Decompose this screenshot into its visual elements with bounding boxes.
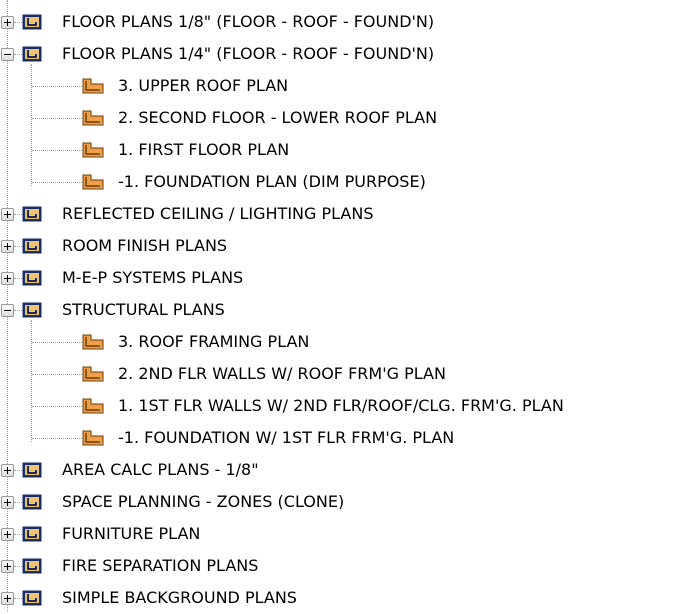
tree-node-label: ROOM FINISH PLANS [62, 236, 228, 255]
collapse-minus-icon[interactable] [1, 48, 14, 61]
tree-view-foundation-plan-dim[interactable]: -1. FOUNDATION PLAN (DIM PURPOSE) [0, 166, 426, 198]
tree-node-label: AREA CALC PLANS - 1/8" [62, 460, 259, 479]
floor-plan-view-icon [82, 430, 104, 446]
tree-view-first-floor-plan[interactable]: 1. FIRST FLOOR PLAN [0, 134, 289, 166]
floor-plan-view-icon [82, 174, 104, 190]
tree-node-fire-separation[interactable]: FIRE SEPARATION PLANS [0, 550, 258, 582]
expand-plus-icon[interactable] [1, 16, 14, 29]
tree-node-label: 3. ROOF FRAMING PLAN [118, 332, 310, 351]
tree-node-floor-plans-1-8[interactable]: FLOOR PLANS 1/8" (FLOOR - ROOF - FOUND'N… [0, 6, 434, 38]
tree-view-1st-flr-walls[interactable]: 1. 1ST FLR WALLS W/ 2ND FLR/ROOF/CLG. FR… [0, 390, 564, 422]
view-group-icon [22, 302, 42, 318]
tree-node-label: SIMPLE BACKGROUND PLANS [62, 588, 297, 607]
floor-plan-view-icon [82, 110, 104, 126]
view-group-icon [22, 270, 42, 286]
project-browser-tree: FLOOR PLANS 1/8" (FLOOR - ROOF - FOUND'N… [0, 0, 673, 612]
tree-view-roof-framing-plan[interactable]: 3. ROOF FRAMING PLAN [0, 326, 309, 358]
tree-view-upper-roof-plan[interactable]: 3. UPPER ROOF PLAN [0, 70, 288, 102]
tree-node-label: STRUCTURAL PLANS [62, 300, 225, 319]
view-group-icon [22, 462, 42, 478]
tree-node-label: 2. SECOND FLOOR - LOWER ROOF PLAN [118, 108, 438, 127]
collapse-minus-icon[interactable] [1, 304, 14, 317]
tree-node-label: -1. FOUNDATION PLAN (DIM PURPOSE) [118, 172, 426, 191]
tree-node-label: 3. UPPER ROOF PLAN [118, 76, 289, 95]
tree-node-room-finish[interactable]: ROOM FINISH PLANS [0, 230, 227, 262]
floor-plan-view-icon [82, 78, 104, 94]
tree-node-label: FLOOR PLANS 1/8" (FLOOR - ROOF - FOUND'N… [62, 12, 435, 31]
view-group-icon [22, 46, 42, 62]
expand-plus-icon[interactable] [1, 528, 14, 541]
tree-node-label: M-E-P SYSTEMS PLANS [62, 268, 244, 287]
expand-plus-icon[interactable] [1, 560, 14, 573]
tree-node-label: -1. FOUNDATION W/ 1ST FLR FRM'G. PLAN [118, 428, 455, 447]
expand-plus-icon[interactable] [1, 272, 14, 285]
view-group-icon [22, 590, 42, 606]
tree-view-2nd-flr-walls[interactable]: 2. 2ND FLR WALLS W/ ROOF FRM'G PLAN [0, 358, 446, 390]
view-group-icon [22, 206, 42, 222]
tree-node-mep-systems[interactable]: M-E-P SYSTEMS PLANS [0, 262, 243, 294]
tree-view-foundation-1st-flr[interactable]: -1. FOUNDATION W/ 1ST FLR FRM'G. PLAN [0, 422, 454, 454]
floor-plan-view-icon [82, 366, 104, 382]
expand-plus-icon[interactable] [1, 496, 14, 509]
tree-node-label: 1. 1ST FLR WALLS W/ 2ND FLR/ROOF/CLG. FR… [118, 396, 564, 415]
tree-node-label: REFLECTED CEILING / LIGHTING PLANS [62, 204, 374, 223]
floor-plan-view-icon [82, 398, 104, 414]
tree-node-furniture-plan[interactable]: FURNITURE PLAN [0, 518, 200, 550]
tree-node-structural-plans[interactable]: STRUCTURAL PLANS [0, 294, 225, 326]
tree-node-simple-background[interactable]: SIMPLE BACKGROUND PLANS [0, 582, 297, 614]
tree-view-second-floor-lower-roof-plan[interactable]: 2. SECOND FLOOR - LOWER ROOF PLAN [0, 102, 437, 134]
tree-node-label: 2. 2ND FLR WALLS W/ ROOF FRM'G PLAN [118, 364, 446, 383]
expand-plus-icon[interactable] [1, 208, 14, 221]
tree-node-label: 1. FIRST FLOOR PLAN [118, 140, 290, 159]
tree-node-space-planning[interactable]: SPACE PLANNING - ZONES (CLONE) [0, 486, 344, 518]
tree-node-reflected-ceiling[interactable]: REFLECTED CEILING / LIGHTING PLANS [0, 198, 373, 230]
tree-node-label: FURNITURE PLAN [62, 524, 201, 543]
view-group-icon [22, 526, 42, 542]
tree-node-label: FLOOR PLANS 1/4" (FLOOR - ROOF - FOUND'N… [62, 44, 435, 63]
expand-plus-icon[interactable] [1, 592, 14, 605]
tree-node-area-calc[interactable]: AREA CALC PLANS - 1/8" [0, 454, 259, 486]
floor-plan-view-icon [82, 334, 104, 350]
tree-node-label: SPACE PLANNING - ZONES (CLONE) [62, 492, 345, 511]
view-group-icon [22, 238, 42, 254]
view-group-icon [22, 558, 42, 574]
expand-plus-icon[interactable] [1, 240, 14, 253]
tree-node-label: FIRE SEPARATION PLANS [62, 556, 259, 575]
view-group-icon [22, 14, 42, 30]
floor-plan-view-icon [82, 142, 104, 158]
expand-plus-icon[interactable] [1, 464, 14, 477]
tree-node-floor-plans-1-4[interactable]: FLOOR PLANS 1/4" (FLOOR - ROOF - FOUND'N… [0, 38, 434, 70]
view-group-icon [22, 494, 42, 510]
